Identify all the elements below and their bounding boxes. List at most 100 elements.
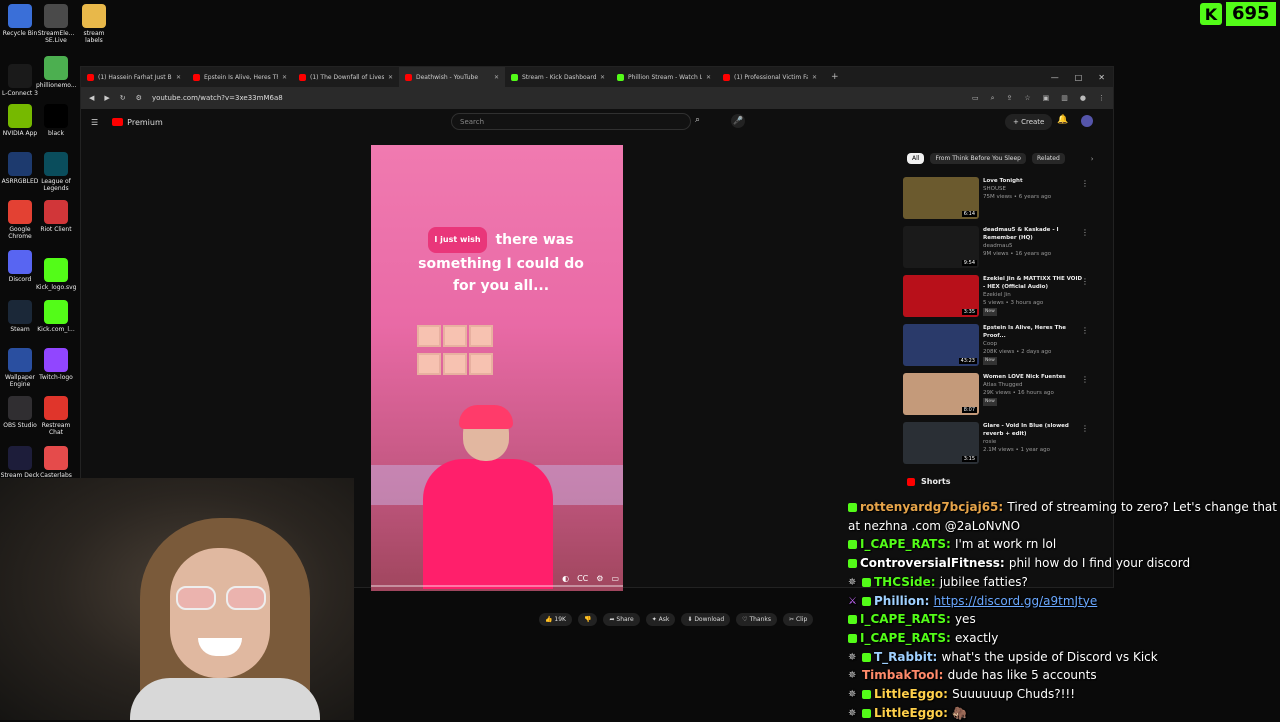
browser-tab[interactable]: (1) The Downfall of Livestream... ✕ bbox=[293, 67, 399, 87]
video-title[interactable]: Ezekiel Jin & MATTIXX THE VOID - HEX (Of… bbox=[983, 275, 1083, 291]
chat-username[interactable]: ControversialFitness: bbox=[860, 556, 1009, 570]
more-options-icon[interactable]: ⋮ bbox=[1081, 228, 1089, 237]
tab-close-icon[interactable]: ✕ bbox=[494, 74, 499, 81]
more-options-icon[interactable]: ⋮ bbox=[1081, 179, 1089, 188]
tab-close-icon[interactable]: ✕ bbox=[812, 74, 817, 81]
chat-username[interactable]: LittleEggo: bbox=[874, 706, 952, 720]
captions-icon[interactable]: CC bbox=[577, 574, 588, 583]
recommended-video[interactable]: 6:14 Love Tonight SHOUSE 75M views • 6 year… bbox=[903, 177, 1093, 225]
tab-close-icon[interactable]: ✕ bbox=[388, 74, 393, 81]
more-options-icon[interactable]: ⋮ bbox=[1081, 424, 1089, 433]
filter-chip[interactable]: Related bbox=[1032, 153, 1065, 164]
desktop-shortcut[interactable]: stream labels bbox=[74, 4, 114, 44]
video-thumbnail[interactable]: 3:15 bbox=[903, 422, 979, 464]
chat-username[interactable]: I_CAPE_RATS: bbox=[860, 612, 955, 626]
tab-close-icon[interactable]: ✕ bbox=[600, 74, 605, 81]
chat-username[interactable]: LittleEggo: bbox=[874, 687, 952, 701]
forward-icon[interactable]: ▶ bbox=[104, 94, 109, 102]
notifications-bell-icon[interactable]: 🔔 bbox=[1057, 115, 1068, 125]
video-title[interactable]: deadmau5 & Kaskade - I Remember (HQ) bbox=[983, 226, 1083, 242]
ask-button[interactable]: ✦ Ask bbox=[645, 613, 676, 626]
desktop-shortcut[interactable]: ASRRGBLED bbox=[0, 152, 40, 185]
browser-tab[interactable]: Deathwish - YouTube ✕ bbox=[399, 67, 505, 87]
desktop-shortcut[interactable]: StreamEle... SE.Live bbox=[36, 4, 76, 44]
desktop-shortcut[interactable]: phillionemo... bbox=[36, 56, 77, 89]
miniplayer-icon[interactable]: ▭ bbox=[611, 574, 619, 583]
menu-dots-icon[interactable]: ⋮ bbox=[1098, 94, 1105, 103]
recommended-video[interactable]: 3:35 Ezekiel Jin & MATTIXX THE VOID - HEX… bbox=[903, 275, 1093, 323]
video-thumbnail[interactable]: 3:35 bbox=[903, 275, 979, 317]
url-field[interactable]: youtube.com/watch?v=3xe33mM6a8 bbox=[152, 94, 283, 102]
share-icon[interactable]: ⇪ bbox=[1006, 94, 1012, 103]
mic-icon[interactable]: 🎤 bbox=[731, 114, 745, 128]
share-button[interactable]: ➦ Share bbox=[603, 613, 640, 626]
channel-name[interactable]: Atlas Thugged bbox=[983, 381, 1083, 389]
more-options-icon[interactable]: ⋮ bbox=[1081, 277, 1089, 286]
thanks-button[interactable]: ♡ Thanks bbox=[736, 613, 777, 626]
desktop-shortcut[interactable]: League of Legends bbox=[36, 152, 76, 192]
tab-close-icon[interactable]: ✕ bbox=[706, 74, 711, 81]
chevron-right-icon[interactable]: › bbox=[1091, 155, 1094, 163]
19k-button[interactable]: 👍 19K bbox=[539, 613, 572, 626]
browser-tab[interactable]: (1) Professional Victim Fat... ✕ bbox=[717, 67, 823, 87]
zoom-icon[interactable]: ⌕ bbox=[991, 94, 995, 103]
video-progress-bar[interactable] bbox=[371, 585, 623, 587]
search-icon[interactable]: ⌕ bbox=[695, 115, 700, 125]
video-title[interactable]: Women LOVE Nick Fuentes bbox=[983, 373, 1083, 381]
video-thumbnail[interactable]: 43:23 bbox=[903, 324, 979, 366]
desktop-shortcut[interactable]: Kick.com_l... bbox=[36, 300, 76, 333]
desktop-shortcut[interactable]: L-Connect 3 bbox=[0, 64, 40, 97]
channel-name[interactable]: Ezekiel Jin bbox=[983, 291, 1083, 299]
dislike-button[interactable]: 👎 bbox=[577, 613, 598, 626]
new-tab-button[interactable]: + bbox=[823, 72, 847, 82]
desktop-shortcut[interactable]: Discord bbox=[0, 250, 40, 283]
minimize-button[interactable]: — bbox=[1051, 73, 1059, 82]
desktop-shortcut[interactable]: NVIDIA App bbox=[0, 104, 40, 137]
desktop-shortcut[interactable]: OBS Studio bbox=[0, 396, 40, 429]
bookmark-star-icon[interactable]: ☆ bbox=[1024, 94, 1030, 103]
clip-button[interactable]: ✂ Clip bbox=[783, 613, 814, 626]
desktop-shortcut[interactable]: Casterlabs bbox=[36, 446, 76, 479]
browser-tab[interactable]: Stream - Kick Dashboard ✕ bbox=[505, 67, 611, 87]
chat-username[interactable]: Phillion: bbox=[874, 594, 934, 608]
hamburger-menu-icon[interactable]: ☰ bbox=[91, 118, 98, 127]
recommended-video[interactable]: 3:15 Glare - Void In Blue (slowed reverb … bbox=[903, 422, 1093, 470]
create-button[interactable]: + Create bbox=[1005, 114, 1053, 130]
sidebar-icon[interactable]: ▥ bbox=[1061, 94, 1068, 103]
tab-close-icon[interactable]: ✕ bbox=[282, 74, 287, 81]
reload-icon[interactable]: ↻ bbox=[120, 94, 126, 102]
chat-username[interactable]: TimbakTool: bbox=[862, 668, 948, 682]
video-title[interactable]: Love Tonight bbox=[983, 177, 1083, 185]
close-window-button[interactable]: ✕ bbox=[1098, 73, 1105, 82]
channel-name[interactable]: deadmau5 bbox=[983, 242, 1083, 250]
cast-icon[interactable]: ▭ bbox=[972, 94, 979, 103]
account-avatar[interactable] bbox=[1081, 115, 1093, 127]
extensions-icon[interactable]: ▣ bbox=[1043, 94, 1050, 103]
video-player[interactable]: I just wish there was something I could … bbox=[371, 145, 623, 591]
browser-tab[interactable]: (1) Hassein Farhat Just BETRAY... ✕ bbox=[81, 67, 187, 87]
tab-close-icon[interactable]: ✕ bbox=[176, 74, 181, 81]
channel-name[interactable]: rosie bbox=[983, 438, 1083, 446]
video-title[interactable]: Epstein Is Alive, Heres The Proof... bbox=[983, 324, 1083, 340]
desktop-shortcut[interactable]: Steam bbox=[0, 300, 40, 333]
download-button[interactable]: ⬇ Download bbox=[681, 613, 731, 626]
browser-tab[interactable]: Epstein Is Alive, Heres The Proo... ✕ bbox=[187, 67, 293, 87]
desktop-shortcut[interactable]: Restream Chat bbox=[36, 396, 76, 436]
chat-username[interactable]: rottenyardg7bcjaj65: bbox=[860, 500, 1007, 514]
video-thumbnail[interactable]: 8:07 bbox=[903, 373, 979, 415]
desktop-shortcut[interactable]: Kick_logo.svg bbox=[36, 258, 76, 291]
recommended-video[interactable]: 8:07 Women LOVE Nick Fuentes Atlas Thugged… bbox=[903, 373, 1093, 421]
profile-icon[interactable]: ● bbox=[1080, 94, 1086, 103]
search-input[interactable]: Search bbox=[451, 113, 691, 130]
desktop-shortcut[interactable]: Stream Deck bbox=[0, 446, 40, 479]
chat-username[interactable]: T_Rabbit: bbox=[874, 650, 942, 664]
desktop-shortcut[interactable]: black bbox=[36, 104, 76, 137]
filter-chip[interactable]: All bbox=[907, 153, 925, 164]
channel-name[interactable]: SHOUSE bbox=[983, 185, 1083, 193]
chat-username[interactable]: I_CAPE_RATS: bbox=[860, 631, 955, 645]
channel-name[interactable]: Coop bbox=[983, 340, 1083, 348]
browser-tab[interactable]: Phillion Stream - Watch Live on ... ✕ bbox=[611, 67, 717, 87]
site-info-icon[interactable]: ⚙ bbox=[136, 94, 142, 102]
more-options-icon[interactable]: ⋮ bbox=[1081, 375, 1089, 384]
filter-chip[interactable]: From Think Before You Sleep bbox=[930, 153, 1026, 164]
